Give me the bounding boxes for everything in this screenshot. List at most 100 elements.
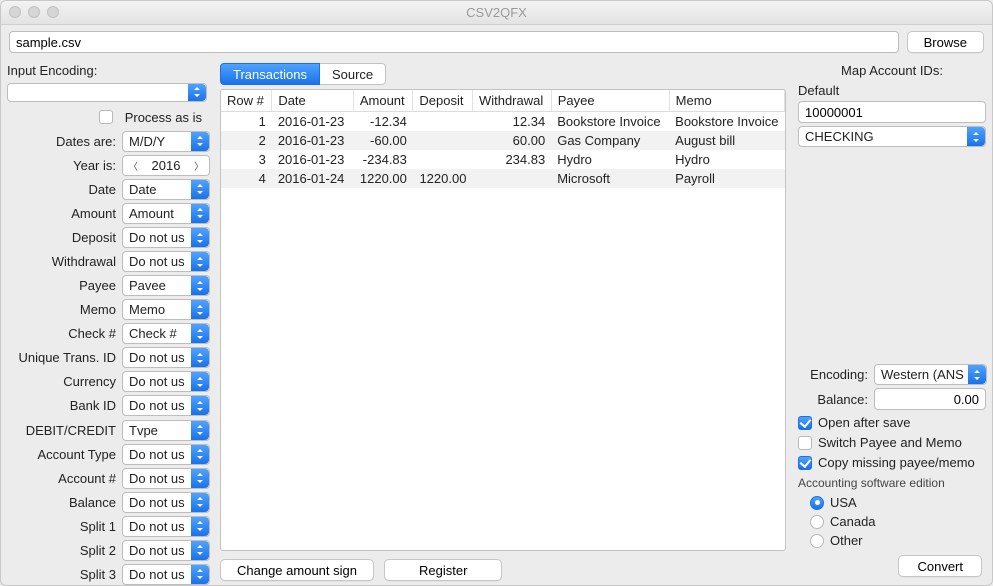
account-type-select[interactable]: Do not us <box>122 444 210 465</box>
file-path-input[interactable] <box>9 31 899 53</box>
col-memo[interactable]: Memo <box>669 90 784 112</box>
unique-trans-id-select[interactable]: Do not us <box>122 347 210 368</box>
split1-select[interactable]: Do not us <box>122 516 210 537</box>
file-row: Browse <box>1 25 992 59</box>
chevron-updown-icon <box>191 324 209 343</box>
software-edition-label: Accounting software edition <box>798 476 986 490</box>
output-encoding-select[interactable]: Western (ANS <box>874 364 987 385</box>
date-select[interactable]: Date <box>122 179 210 200</box>
year-is-label: Year is: <box>7 158 116 173</box>
chevron-updown-icon <box>191 445 209 464</box>
chevron-updown-icon <box>191 421 209 440</box>
chevron-updown-icon <box>191 204 209 223</box>
balance-label: Balance: <box>798 392 868 407</box>
change-amount-sign-button[interactable]: Change amount sign <box>220 559 374 581</box>
chevron-updown-icon <box>191 132 209 151</box>
copy-missing-label: Copy missing payee/memo <box>818 455 975 470</box>
traffic-lights <box>9 6 59 18</box>
table-cell: Microsoft <box>551 169 669 188</box>
table-cell: 234.83 <box>472 150 551 169</box>
chevron-updown-icon <box>188 84 206 101</box>
close-icon[interactable] <box>9 6 21 18</box>
table-cell <box>413 112 473 132</box>
radio-other[interactable] <box>810 534 824 548</box>
payee-select[interactable]: Pavee <box>122 275 210 296</box>
radio-usa[interactable] <box>810 496 824 510</box>
table-row[interactable]: 22016-01-23-60.0060.00Gas CompanyAugust … <box>221 131 785 150</box>
chevron-updown-icon <box>967 127 985 146</box>
currency-select[interactable]: Do not us <box>122 371 210 392</box>
chevron-updown-icon <box>191 180 209 199</box>
table-row[interactable]: 12016-01-23-12.3412.34Bookstore InvoiceB… <box>221 112 785 132</box>
split3-select[interactable]: Do not us <box>122 564 210 585</box>
chevron-updown-icon <box>968 365 986 384</box>
debit-credit-select[interactable]: Tvpe <box>122 420 210 441</box>
switch-payee-memo-checkbox[interactable] <box>798 436 812 450</box>
col-row-no[interactable]: Row # <box>221 90 272 112</box>
encoding-label: Encoding: <box>798 367 868 382</box>
process-as-is-label: Process as is <box>125 110 202 125</box>
col-deposit[interactable]: Deposit <box>413 90 473 112</box>
zoom-icon[interactable] <box>47 6 59 18</box>
col-date[interactable]: Date <box>272 90 354 112</box>
withdrawal-select[interactable]: Do not us <box>122 251 210 272</box>
chevron-updown-icon <box>191 300 209 319</box>
balance-select[interactable]: Do not us <box>122 492 210 513</box>
table-cell: 4 <box>221 169 272 188</box>
amount-select[interactable]: Amount <box>122 203 210 224</box>
radio-canada[interactable] <box>810 515 824 529</box>
tab-transactions[interactable]: Transactions <box>220 63 320 85</box>
chevron-updown-icon <box>191 276 209 295</box>
chevron-updown-icon <box>191 348 209 367</box>
stepper-right-icon[interactable]: 〉 <box>189 156 209 175</box>
map-account-ids-heading: Map Account IDs: <box>798 63 986 78</box>
bank-id-select[interactable]: Do not us <box>122 395 210 416</box>
table-cell <box>413 131 473 150</box>
convert-button[interactable]: Convert <box>898 555 982 577</box>
app-window: CSV2QFX Browse Input Encoding: Process a… <box>0 0 993 586</box>
window-title: CSV2QFX <box>466 5 527 20</box>
table-cell: -60.00 <box>353 131 413 150</box>
chevron-updown-icon <box>191 396 209 415</box>
process-as-is-checkbox[interactable] <box>99 110 113 124</box>
split2-select[interactable]: Do not us <box>122 540 210 561</box>
open-after-save-label: Open after save <box>818 415 911 430</box>
deposit-select[interactable]: Do not us <box>122 227 210 248</box>
chevron-updown-icon <box>191 252 209 271</box>
table-cell: Bookstore Invoice <box>669 112 784 132</box>
account-id-input[interactable] <box>798 101 986 123</box>
open-after-save-checkbox[interactable] <box>798 416 812 430</box>
table-cell: 12.34 <box>472 112 551 132</box>
col-amount[interactable]: Amount <box>353 90 413 112</box>
memo-select[interactable]: Memo <box>122 299 210 320</box>
dates-are-select[interactable]: M/D/Y <box>122 131 210 152</box>
table-cell: 60.00 <box>472 131 551 150</box>
chevron-updown-icon <box>191 228 209 247</box>
register-button[interactable]: Register <box>384 559 502 581</box>
table-row[interactable]: 32016-01-23-234.83234.83HydroHydro <box>221 150 785 169</box>
col-payee[interactable]: Payee <box>551 90 669 112</box>
year-stepper[interactable]: 〈 2016 〉 <box>122 155 210 176</box>
table-cell: 1 <box>221 112 272 132</box>
table-cell: 2016-01-23 <box>272 131 354 150</box>
chevron-updown-icon <box>191 541 209 560</box>
check-no-select[interactable]: Check # <box>122 323 210 344</box>
account-no-select[interactable]: Do not us <box>122 468 210 489</box>
input-encoding-select[interactable] <box>7 83 207 102</box>
col-withdrawal[interactable]: Withdrawal <box>472 90 551 112</box>
browse-button[interactable]: Browse <box>907 31 984 53</box>
table-header-row: Row # Date Amount Deposit Withdrawal Pay… <box>221 90 785 112</box>
tab-source[interactable]: Source <box>320 63 386 85</box>
table-cell: Payroll <box>669 169 784 188</box>
table-cell: 3 <box>221 150 272 169</box>
balance-input[interactable] <box>874 388 986 410</box>
right-column: Map Account IDs: Default CHECKING Encodi… <box>792 59 992 585</box>
table-cell: Bookstore Invoice <box>551 112 669 132</box>
minimize-icon[interactable] <box>28 6 40 18</box>
copy-missing-checkbox[interactable] <box>798 456 812 470</box>
stepper-left-icon[interactable]: 〈 <box>123 156 143 175</box>
table-row[interactable]: 42016-01-241220.001220.00MicrosoftPayrol… <box>221 169 785 188</box>
account-type-right-select[interactable]: CHECKING <box>798 126 986 147</box>
table-cell <box>472 169 551 188</box>
table-cell: 1220.00 <box>413 169 473 188</box>
